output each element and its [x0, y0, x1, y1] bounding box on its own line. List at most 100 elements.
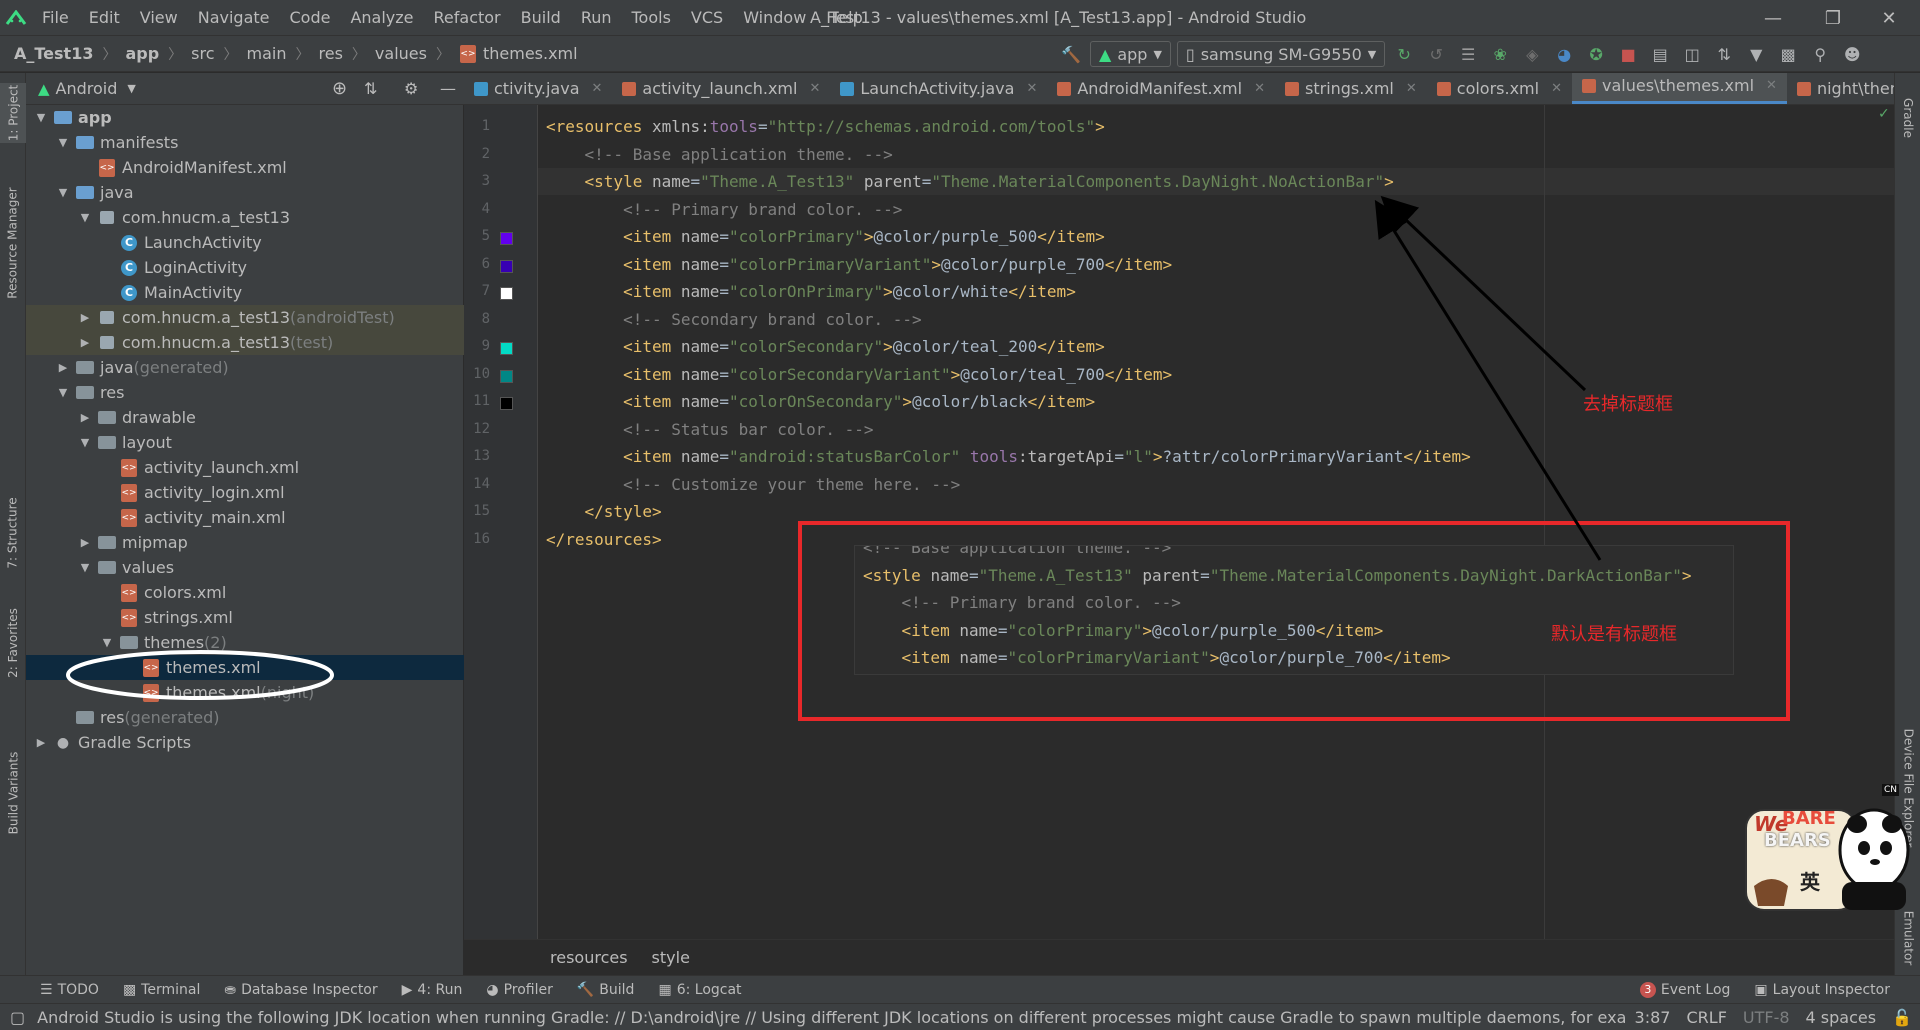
chevron-down-icon[interactable]: ▼	[78, 561, 92, 574]
code-line[interactable]: <!-- Base application theme. -->	[546, 141, 893, 168]
crumb-main[interactable]: main	[247, 44, 287, 63]
color-swatch-icon[interactable]	[500, 369, 513, 383]
inspection-ok-icon[interactable]: ✓	[1878, 106, 1890, 122]
user-icon[interactable]: ☻	[1839, 41, 1865, 67]
restore-button[interactable]: ❐	[1810, 0, 1856, 36]
code-line[interactable]: <item name="colorOnPrimary">@color/white…	[546, 278, 1076, 305]
chevron-right-icon[interactable]: ▶	[78, 336, 92, 349]
logcat-tab[interactable]: ▦ 6: Logcat	[646, 982, 753, 998]
menu-run[interactable]: Run	[571, 0, 622, 36]
editor-crumb-style[interactable]: style	[652, 948, 690, 967]
editor-tab[interactable]: ctivity.java ✕	[464, 73, 612, 104]
tree-item[interactable]: ▼ com.hnucm.a_test13	[26, 205, 516, 230]
menu-window[interactable]: Window	[733, 0, 816, 36]
collapse-all-icon[interactable]: ⇅	[364, 79, 377, 98]
tree-item[interactable]: C LoginActivity	[26, 255, 538, 280]
close-tab-icon[interactable]: ✕	[1551, 81, 1562, 96]
chevron-down-icon[interactable]: ▼	[34, 111, 48, 124]
close-tab-icon[interactable]: ✕	[1406, 81, 1417, 96]
favorites-tool-tab[interactable]: 2: Favorites	[0, 593, 26, 693]
code-line[interactable]: <resources xmlns:tools="http://schemas.a…	[546, 113, 1105, 140]
close-tab-icon[interactable]: ✕	[592, 81, 603, 96]
code-line[interactable]: <item name="colorPrimaryVariant">@color/…	[546, 251, 1172, 278]
chevron-right-icon[interactable]: ▶	[78, 411, 92, 424]
todo-tab[interactable]: ☰ TODO	[0, 982, 111, 998]
menu-build[interactable]: Build	[511, 0, 571, 36]
close-tab-icon[interactable]: ✕	[809, 81, 820, 96]
tree-item[interactable]: ▶ java (generated)	[26, 355, 494, 380]
tree-item[interactable]: <> activity_launch.xml	[26, 455, 538, 480]
tree-item[interactable]: <> colors.xml	[26, 580, 538, 605]
event-log-tab[interactable]: 3 Event Log	[1628, 981, 1743, 998]
chevron-right-icon[interactable]: ▶	[78, 311, 92, 324]
menu-refactor[interactable]: Refactor	[424, 0, 511, 36]
chevron-down-icon[interactable]: ▼	[56, 136, 70, 149]
search-icon[interactable]: ⚲	[1807, 41, 1833, 67]
device-select[interactable]: ▯ samsung SM-G9550 ▼	[1176, 41, 1386, 67]
run-tab[interactable]: ▶ 4: Run	[390, 982, 475, 998]
editor-crumb-resources[interactable]: resources	[550, 948, 628, 967]
build-variants-tab[interactable]: Build Variants	[0, 733, 26, 853]
color-swatch-icon[interactable]	[500, 342, 513, 355]
crumb-module[interactable]: app	[125, 44, 159, 63]
database-inspector-tab[interactable]: ⛂ Database Inspector	[212, 982, 389, 998]
status-message[interactable]: Android Studio is using the following JD…	[33, 1008, 1626, 1027]
terminal-tab[interactable]: ▩ Terminal	[111, 982, 212, 998]
tree-item[interactable]: <> strings.xml	[26, 605, 538, 630]
close-tab-icon[interactable]: ✕	[1254, 81, 1265, 96]
tree-item[interactable]: ▶ mipmap	[26, 530, 516, 555]
crumb-res[interactable]: res	[319, 44, 343, 63]
color-swatch-icon[interactable]	[500, 287, 513, 300]
color-swatch-icon[interactable]	[500, 259, 513, 273]
code-line[interactable]: <item name="colorSecondaryVariant">@colo…	[546, 361, 1172, 388]
close-tab-icon[interactable]: ✕	[1766, 78, 1777, 93]
tree-item[interactable]: ▶ com.hnucm.a_test13 (androidTest)	[26, 305, 516, 330]
apply-code-changes-icon[interactable]: ↺	[1423, 41, 1449, 67]
code-line[interactable]: <!-- Primary brand color. -->	[546, 196, 902, 223]
apply-changes-icon[interactable]: ↻	[1391, 41, 1417, 67]
locate-icon[interactable]: ⊕	[332, 78, 347, 99]
tree-item[interactable]: ▶ com.hnucm.a_test13 (test)	[26, 330, 516, 355]
tree-item[interactable]: <> AndroidManifest.xml	[26, 155, 516, 180]
file-encoding[interactable]: UTF-8	[1735, 1008, 1798, 1027]
editor-tab[interactable]: LaunchActivity.java ✕	[830, 73, 1047, 104]
chevron-right-icon[interactable]: ▶	[78, 536, 92, 549]
coverage-icon[interactable]: ☰	[1455, 41, 1481, 67]
chevron-right-icon[interactable]: ▶	[56, 361, 70, 374]
resource-icon[interactable]: ▩	[1775, 41, 1801, 67]
code-line[interactable]: <!-- Customize your theme here. -->	[546, 471, 960, 498]
project-view-select[interactable]: Android	[56, 79, 118, 98]
profile-icon[interactable]: ◈	[1519, 41, 1545, 67]
tree-item[interactable]: res (generated)	[26, 705, 494, 730]
code-line[interactable]: <item name="colorSecondary">@color/teal_…	[546, 333, 1105, 360]
attach-debugger-icon[interactable]: ✪	[1583, 41, 1609, 67]
chevron-right-icon[interactable]: ▶	[34, 736, 48, 749]
chevron-down-icon[interactable]: ▼	[56, 186, 70, 199]
project-structure-icon[interactable]: ▤	[1647, 41, 1673, 67]
editor-tab[interactable]: colors.xml ✕	[1427, 73, 1572, 104]
editor-tab[interactable]: night\themes.xml✕	[1787, 73, 1894, 104]
resource-manager-tab[interactable]: Resource Manager	[0, 173, 26, 313]
crumb-src[interactable]: src	[191, 44, 214, 63]
tree-item[interactable]: ▼ manifests	[26, 130, 494, 155]
gradle-tool-tab[interactable]: Gradle	[1895, 83, 1920, 153]
tree-item[interactable]: C MainActivity	[26, 280, 538, 305]
menu-view[interactable]: View	[130, 0, 188, 36]
status-toggle-icon[interactable]: ▢	[0, 1008, 33, 1027]
profiler-tab[interactable]: ◕ Profiler	[474, 982, 565, 998]
chevron-down-icon[interactable]: ▼	[78, 211, 92, 224]
gauge-icon[interactable]: ◕	[1551, 41, 1577, 67]
menu-file[interactable]: File	[32, 0, 79, 36]
code-line[interactable]: <item name="colorPrimary">@color/purple_…	[546, 223, 1105, 250]
crumb-file[interactable]: themes.xml	[483, 44, 578, 63]
tree-item[interactable]: ▶ ● Gradle Scripts	[26, 730, 472, 755]
gear-icon[interactable]: ⚙	[404, 79, 418, 98]
tree-item[interactable]: <> activity_login.xml	[26, 480, 538, 505]
code-line[interactable]: <style name="Theme.A_Test13" parent="The…	[538, 168, 1894, 195]
close-window-button[interactable]: ✕	[1866, 0, 1912, 36]
code-line[interactable]: <item name="android:statusBarColor" tool…	[546, 443, 1471, 470]
code-line[interactable]: </style>	[546, 498, 662, 525]
color-swatch-icon[interactable]	[500, 232, 513, 245]
menu-tools[interactable]: Tools	[622, 0, 681, 36]
indent-setting[interactable]: 4 spaces	[1798, 1008, 1885, 1027]
